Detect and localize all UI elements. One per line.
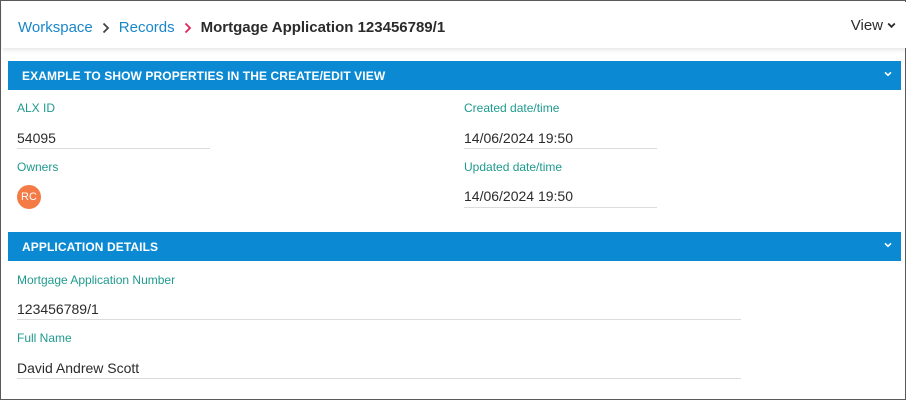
updated-datetime-value: 14/06/2024 19:50 — [464, 188, 573, 204]
breadcrumb: Workspace Records Mortgage Application 1… — [18, 17, 445, 37]
mortgage-number-underline — [17, 319, 741, 320]
section-properties-title: EXAMPLE TO SHOW PROPERTIES IN THE CREATE… — [22, 69, 386, 83]
record-view: Workspace Records Mortgage Application 1… — [0, 0, 906, 400]
breadcrumb-records[interactable]: Records — [119, 19, 175, 36]
mortgage-number-value: 123456789/1 — [17, 301, 99, 317]
section-properties-header[interactable]: EXAMPLE TO SHOW PROPERTIES IN THE CREATE… — [8, 61, 901, 90]
created-datetime-underline — [464, 148, 657, 149]
alx-id-value: 54095 — [17, 130, 56, 146]
chevron-right-icon — [93, 19, 119, 36]
view-menu-button[interactable]: View — [851, 17, 896, 34]
full-name-label: Full Name — [17, 331, 72, 345]
avatar[interactable]: RC — [17, 185, 41, 209]
breadcrumb-current: Mortgage Application 123456789/1 — [200, 18, 446, 36]
chevron-down-icon — [884, 71, 892, 77]
alx-id-label: ALX ID — [17, 101, 56, 115]
mortgage-number-label: Mortgage Application Number — [17, 273, 176, 287]
full-name-underline — [17, 378, 741, 379]
alx-id-underline — [17, 148, 210, 149]
created-datetime-value: 14/06/2024 19:50 — [464, 130, 573, 146]
section-application-header[interactable]: APPLICATION DETAILS — [8, 232, 901, 261]
owners-label: Owners — [17, 160, 59, 174]
chevron-down-icon — [887, 22, 896, 29]
created-datetime-label: Created date/time — [464, 101, 560, 115]
full-name-value: David Andrew Scott — [17, 360, 140, 376]
breadcrumb-workspace[interactable]: Workspace — [18, 19, 93, 36]
updated-datetime-label: Updated date/time — [464, 160, 563, 174]
updated-datetime-underline — [464, 207, 657, 208]
section-application-title: APPLICATION DETAILS — [22, 240, 159, 254]
header-bar: Workspace Records Mortgage Application 1… — [2, 2, 906, 48]
view-menu-label: View — [850, 17, 883, 34]
chevron-down-icon — [884, 242, 892, 248]
chevron-right-icon — [175, 19, 201, 36]
